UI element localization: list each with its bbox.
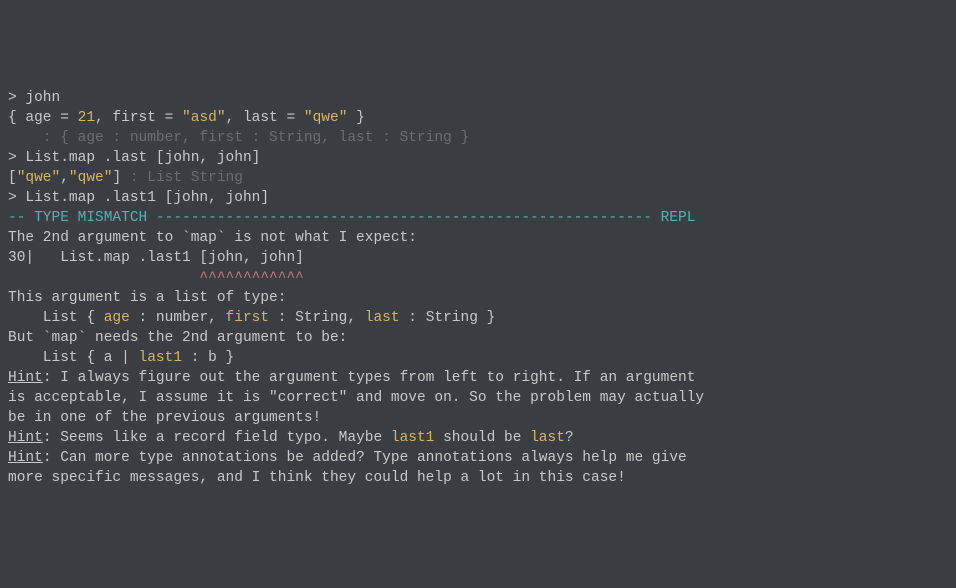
sep: ,	[60, 170, 69, 186]
hint-text: : I always figure out the argument types…	[43, 370, 696, 386]
hint-line: Hint: Can more type annotations be added…	[8, 448, 948, 468]
type-text: : b }	[182, 350, 234, 366]
hint-text: ?	[565, 430, 574, 446]
hint-label: Hint	[8, 450, 43, 466]
prompt-john[interactable]: > john	[8, 88, 948, 108]
list-result: ["qwe","qwe"] : List String	[8, 168, 948, 188]
brace: { age =	[8, 110, 78, 126]
sep: , first =	[95, 110, 182, 126]
hint-label: Hint	[8, 370, 43, 386]
hint-line: more specific messages, and I think they…	[8, 468, 948, 488]
type-text: : number,	[130, 310, 226, 326]
field-last: last	[365, 310, 400, 326]
bracket: ]	[112, 170, 121, 186]
age-value: 21	[78, 110, 95, 126]
hint-line: be in one of the previous arguments!	[8, 408, 948, 428]
source-line: 30| List.map .last1 [john, john]	[8, 248, 948, 268]
typo-from: last1	[391, 430, 435, 446]
item: "qwe"	[17, 170, 61, 186]
item: "qwe"	[69, 170, 113, 186]
type-text: : String,	[269, 310, 365, 326]
hint-line: Hint: Seems like a record field typo. Ma…	[8, 428, 948, 448]
brace: }	[347, 110, 364, 126]
error-msg: This argument is a list of type:	[8, 288, 948, 308]
typo-to: last	[530, 430, 565, 446]
record-value: { age = 21, first = "asd", last = "qwe" …	[8, 108, 948, 128]
field-first: first	[226, 310, 270, 326]
hint-text: : Seems like a record field typo. Maybe	[43, 430, 391, 446]
type-display: List { age : number, first : String, las…	[8, 308, 948, 328]
type-annotation: : List String	[121, 170, 243, 186]
type-display: List { a | last1 : b }	[8, 348, 948, 368]
prompt-listmap-last[interactable]: > List.map .last [john, john]	[8, 148, 948, 168]
prompt-listmap-last1[interactable]: > List.map .last1 [john, john]	[8, 188, 948, 208]
last-value: "qwe"	[304, 110, 348, 126]
type-text: : String }	[400, 310, 496, 326]
error-intro: The 2nd argument to `map` is not what I …	[8, 228, 948, 248]
type-text: List {	[8, 310, 104, 326]
field-last1: last1	[139, 350, 183, 366]
type-text: List { a |	[8, 350, 139, 366]
repl-output: > john{ age = 21, first = "asd", last = …	[8, 88, 948, 488]
hint-line: Hint: I always figure out the argument t…	[8, 368, 948, 388]
type-annotation: : { age : number, first : String, last :…	[8, 128, 948, 148]
error-header: -- TYPE MISMATCH -----------------------…	[8, 208, 948, 228]
field-age: age	[104, 310, 130, 326]
hint-label: Hint	[8, 430, 43, 446]
bracket: [	[8, 170, 17, 186]
hint-line: is acceptable, I assume it is "correct" …	[8, 388, 948, 408]
sep: , last =	[226, 110, 304, 126]
error-msg: But `map` needs the 2nd argument to be:	[8, 328, 948, 348]
hint-text: : Can more type annotations be added? Ty…	[43, 450, 687, 466]
source-caret: ^^^^^^^^^^^^	[8, 268, 948, 288]
first-value: "asd"	[182, 110, 226, 126]
hint-text: should be	[434, 430, 530, 446]
